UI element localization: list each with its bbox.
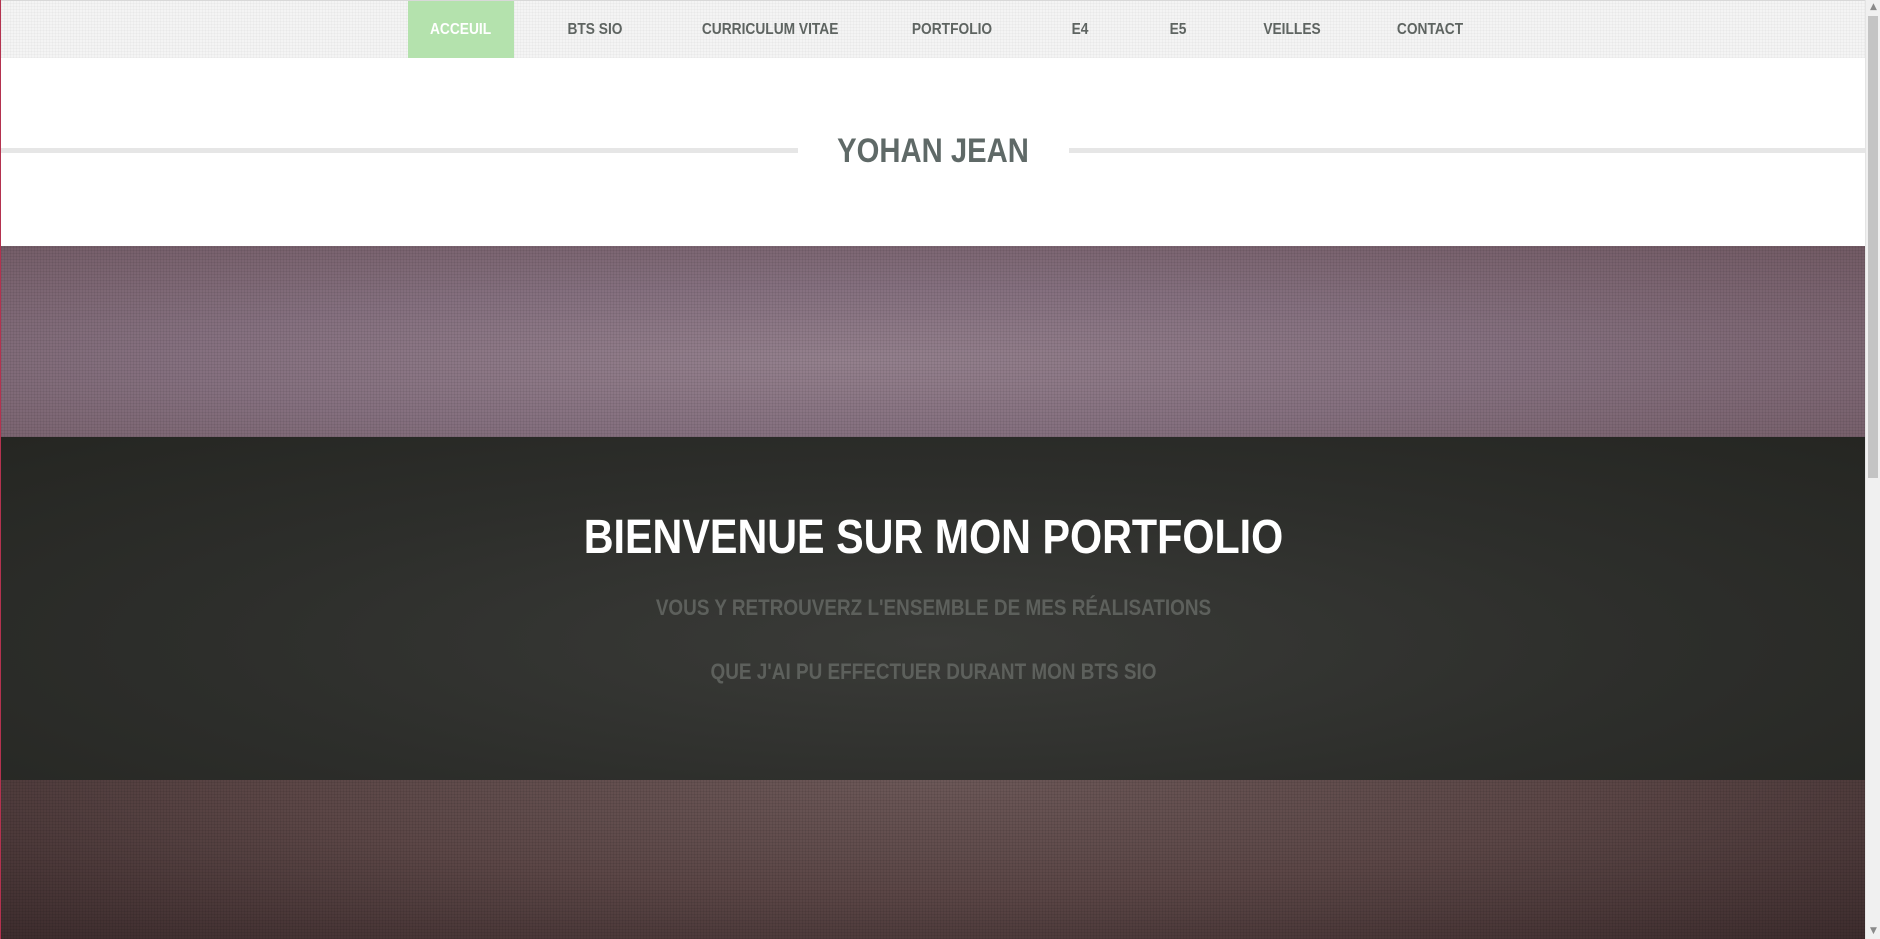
main-navigation: ACCEUIL BTS SIO CURRICULUM VITAE PORTFOL…	[1, 0, 1866, 63]
page: ACCEUIL BTS SIO CURRICULUM VITAE PORTFOL…	[0, 0, 1880, 939]
nav-item-e5[interactable]: E5	[1165, 1, 1191, 59]
site-title: YOHAN JEAN	[837, 132, 1029, 170]
nav-item-veilles[interactable]: VEILLES	[1262, 1, 1322, 59]
chevron-up-icon[interactable]: ▲	[1866, 0, 1880, 15]
chevron-down-icon[interactable]: ▼	[1866, 924, 1880, 939]
nav-item-portfolio[interactable]: PORTFOLIO	[907, 1, 996, 59]
nav-item-curriculum-vitae[interactable]: CURRICULUM VITAE	[702, 1, 839, 59]
nav-item-bts-sio[interactable]: BTS SIO	[561, 1, 630, 59]
scrollbar-thumb[interactable]	[1868, 16, 1878, 478]
hero-subtitle-line-1: VOUS Y RETROUVERZ L'ENSEMBLE DE MES RÉAL…	[655, 595, 1212, 620]
site-title-band: YOHAN JEAN	[1, 58, 1866, 246]
title-divider-left	[1, 148, 798, 153]
vertical-scrollbar[interactable]: ▲ ▼	[1865, 0, 1880, 939]
nav-item-label: ACCEUIL	[430, 21, 492, 38]
nav-item-accueil[interactable]: ACCEUIL	[408, 1, 514, 63]
hero-subtitle-line-2: QUE J'AI PU EFFECTUER DURANT MON BTS SIO	[710, 659, 1157, 684]
hero-heading: BIENVENUE SUR MON PORTFOLIO	[583, 511, 1284, 564]
nav-item-e4[interactable]: E4	[1067, 1, 1093, 59]
hero-background-top	[1, 246, 1866, 437]
nav-item-contact[interactable]: CONTACT	[1395, 1, 1466, 59]
hero-background-bottom	[1, 780, 1866, 939]
title-divider-right	[1069, 148, 1866, 153]
